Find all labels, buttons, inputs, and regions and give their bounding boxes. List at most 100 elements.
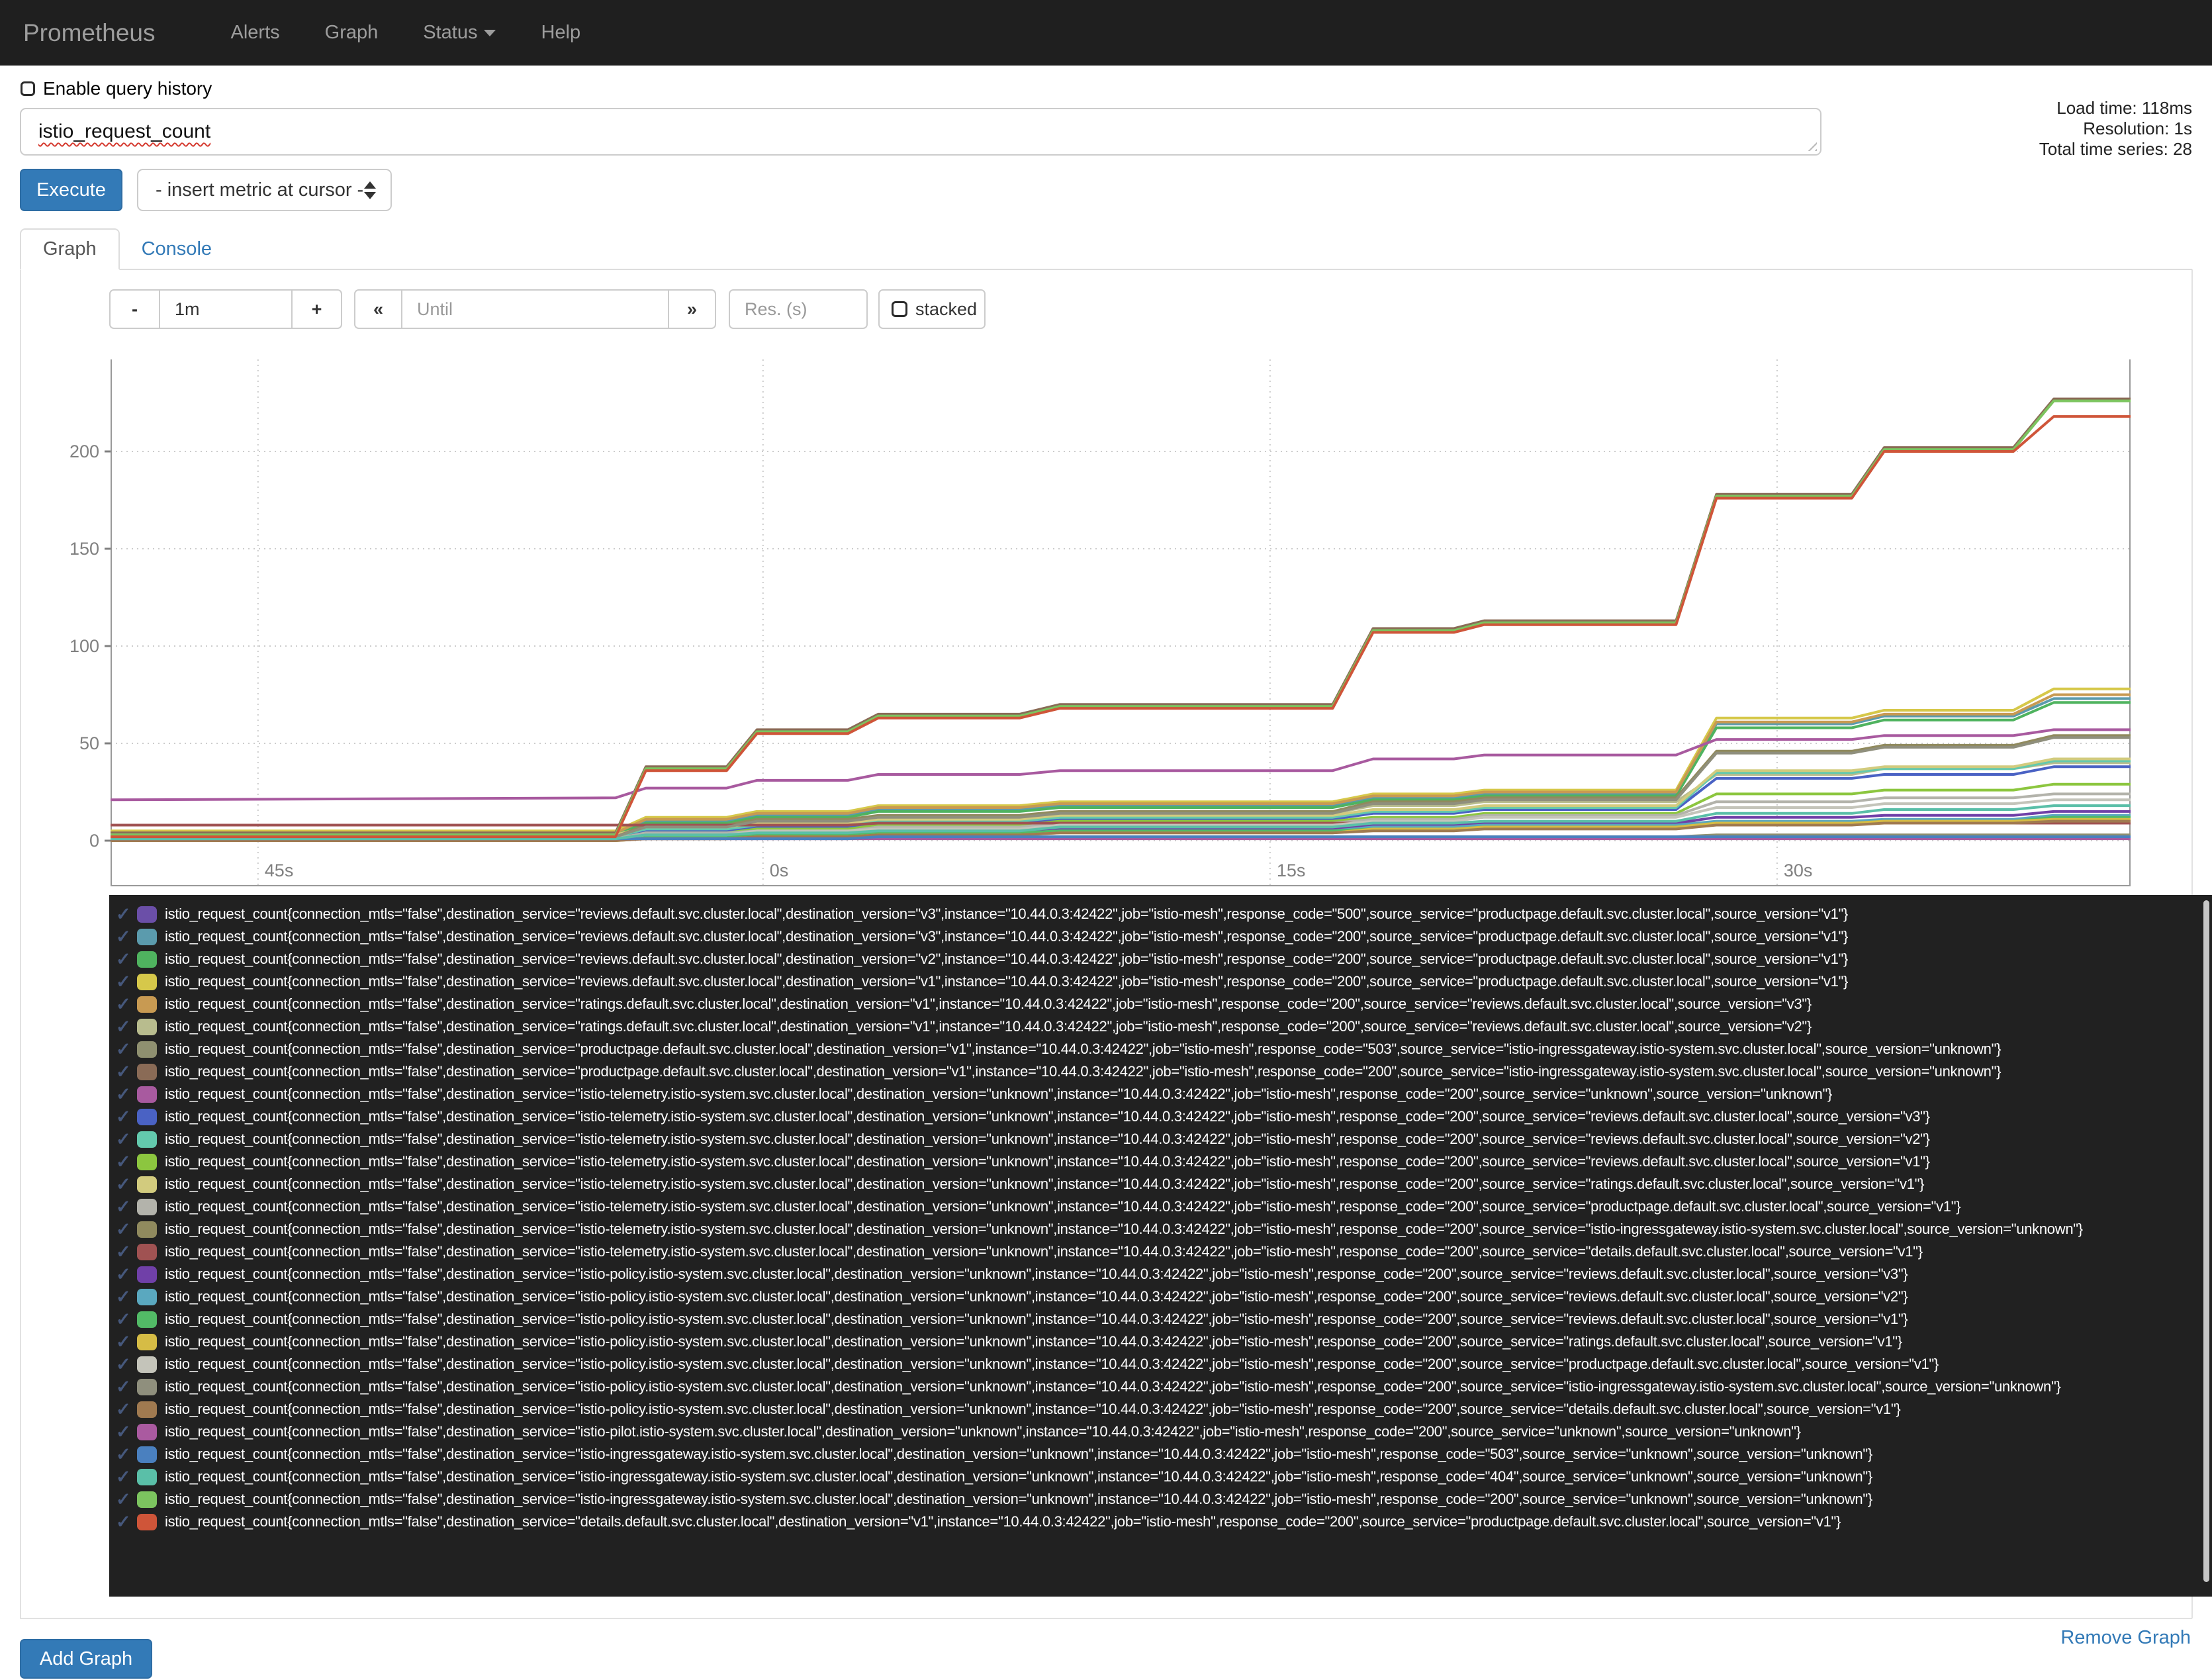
range-input[interactable]: 1m — [159, 289, 293, 329]
until-input[interactable]: Until — [401, 289, 669, 329]
check-icon: ✓ — [116, 1039, 131, 1059]
series-color-swatch — [137, 1041, 157, 1058]
legend-item[interactable]: ✓ istio_request_count{connection_mtls="fa… — [109, 1060, 2212, 1083]
legend-item[interactable]: ✓ istio_request_count{connection_mtls="fa… — [109, 925, 2212, 948]
legend-item[interactable]: ✓ istio_request_count{connection_mtls="fa… — [109, 1488, 2212, 1511]
series-label: istio_request_count{connection_mtls="fal… — [165, 1333, 1902, 1350]
legend-item[interactable]: ✓ istio_request_count{connection_mtls="fa… — [109, 1218, 2212, 1240]
series-label: istio_request_count{connection_mtls="fal… — [165, 1491, 1872, 1507]
check-icon: ✓ — [116, 1421, 131, 1442]
series-color-swatch — [137, 1491, 157, 1508]
legend-item[interactable]: ✓ istio_request_count{connection_mtls="fa… — [109, 1263, 2212, 1285]
legend-item[interactable]: ✓ istio_request_count{connection_mtls="fa… — [109, 970, 2212, 993]
series-label: istio_request_count{connection_mtls="fal… — [165, 1176, 1925, 1192]
nav-item-graph[interactable]: Graph — [302, 22, 401, 44]
legend-item[interactable]: ✓ istio_request_count{connection_mtls="fa… — [109, 1150, 2212, 1173]
check-icon: ✓ — [116, 1016, 131, 1037]
series-label: istio_request_count{connection_mtls="fal… — [165, 1221, 2083, 1237]
y-tick-label: 200 — [69, 442, 99, 461]
navbar: Prometheus Alerts Graph Status Help — [0, 0, 2212, 66]
check-icon: ✓ — [116, 1331, 131, 1352]
y-axis-labels: 0 50 100 150 200 — [0, 359, 99, 886]
query-history-label: Enable query history — [43, 78, 212, 99]
range-decrease-button[interactable]: - — [109, 289, 160, 329]
check-icon: ✓ — [116, 1219, 131, 1239]
check-icon: ✓ — [116, 1061, 131, 1082]
legend-item[interactable]: ✓ istio_request_count{connection_mtls="fa… — [109, 1015, 2212, 1038]
check-icon: ✓ — [116, 971, 131, 992]
range-increase-button[interactable]: + — [291, 289, 342, 329]
series-label: istio_request_count{connection_mtls="fal… — [165, 973, 1849, 990]
legend-item[interactable]: ✓ istio_request_count{connection_mtls="fa… — [109, 1443, 2212, 1466]
resolution-input[interactable]: Res. (s) — [729, 289, 868, 329]
legend-item[interactable]: ✓ istio_request_count{connection_mtls="fa… — [109, 1421, 2212, 1443]
legend-item[interactable]: ✓ istio_request_count{connection_mtls="fa… — [109, 948, 2212, 970]
series-label: istio_request_count{connection_mtls="fal… — [165, 1198, 1961, 1215]
query-history-checkbox[interactable] — [21, 81, 35, 96]
legend-item[interactable]: ✓ istio_request_count{connection_mtls="fa… — [109, 1038, 2212, 1060]
nav-item-help[interactable]: Help — [518, 22, 603, 44]
legend-item[interactable]: ✓ istio_request_count{connection_mtls="fa… — [109, 903, 2212, 925]
legend-item[interactable]: ✓ istio_request_count{connection_mtls="fa… — [109, 1511, 2212, 1533]
check-icon: ✓ — [116, 1286, 131, 1307]
forward-button[interactable]: » — [668, 289, 716, 329]
y-tick-label: 0 — [89, 831, 99, 851]
legend-item[interactable]: ✓ istio_request_count{connection_mtls="fa… — [109, 1466, 2212, 1488]
add-graph-button[interactable]: Add Graph — [20, 1639, 152, 1679]
series-label: istio_request_count{connection_mtls="fal… — [165, 1086, 1833, 1102]
check-icon: ✓ — [116, 1309, 131, 1329]
series-label: istio_request_count{connection_mtls="fal… — [165, 1378, 2061, 1395]
legend-item[interactable]: ✓ istio_request_count{connection_mtls="fa… — [109, 1330, 2212, 1353]
chart[interactable]: 45s 0s 15s 30s — [105, 359, 2131, 886]
series-color-swatch — [137, 1266, 157, 1283]
remove-graph-link[interactable]: Remove Graph — [2060, 1627, 2191, 1649]
series-label: istio_request_count{connection_mtls="fal… — [165, 1041, 2002, 1057]
nav-item-status[interactable]: Status — [400, 22, 518, 44]
rewind-button[interactable]: « — [354, 289, 402, 329]
legend-item[interactable]: ✓ istio_request_count{connection_mtls="fa… — [109, 1285, 2212, 1308]
series-color-swatch — [137, 1153, 157, 1170]
scrollbar-thumb[interactable] — [2203, 900, 2209, 1582]
series-label: istio_request_count{connection_mtls="fal… — [165, 1153, 1930, 1170]
panel-border-bottom — [20, 1618, 2192, 1619]
brand-prometheus[interactable]: Prometheus — [23, 19, 156, 47]
legend-item[interactable]: ✓ istio_request_count{connection_mtls="fa… — [109, 1173, 2212, 1195]
check-icon: ✓ — [116, 949, 131, 969]
series-color-swatch — [137, 1176, 157, 1193]
chevron-down-icon — [484, 29, 496, 36]
series-label: istio_request_count{connection_mtls="fal… — [165, 1513, 1841, 1530]
execute-button[interactable]: Execute — [20, 169, 122, 211]
check-icon: ✓ — [116, 1264, 131, 1284]
legend-item[interactable]: ✓ istio_request_count{connection_mtls="fa… — [109, 1376, 2212, 1398]
series-color-swatch — [137, 1378, 157, 1395]
legend-item[interactable]: ✓ istio_request_count{connection_mtls="fa… — [109, 1398, 2212, 1421]
series-color-swatch — [137, 906, 157, 923]
nav-item-alerts[interactable]: Alerts — [208, 22, 302, 44]
series-label: istio_request_count{connection_mtls="fal… — [165, 1311, 1908, 1327]
load-time: Load time: 118ms — [2056, 98, 2192, 118]
check-icon: ✓ — [116, 1489, 131, 1509]
legend-item[interactable]: ✓ istio_request_count{connection_mtls="fa… — [109, 1353, 2212, 1376]
prometheus-page: Prometheus Alerts Graph Status Help Enab… — [0, 0, 2212, 1680]
legend-item[interactable]: ✓ istio_request_count{connection_mtls="fa… — [109, 1105, 2212, 1128]
series-label: istio_request_count{connection_mtls="fal… — [165, 1468, 1872, 1485]
series-color-swatch — [137, 1423, 157, 1440]
legend-item[interactable]: ✓ istio_request_count{connection_mtls="fa… — [109, 993, 2212, 1015]
query-input[interactable]: istio_request_count — [20, 108, 1821, 156]
legend-item[interactable]: ✓ istio_request_count{connection_mtls="fa… — [109, 1240, 2212, 1263]
tab-console[interactable]: Console — [120, 228, 234, 270]
series-label: istio_request_count{connection_mtls="fal… — [165, 1288, 1908, 1305]
nav-item-status-label: Status — [423, 22, 478, 43]
legend-item[interactable]: ✓ istio_request_count{connection_mtls="fa… — [109, 1308, 2212, 1330]
query-stats: Load time: 118ms Resolution: 1s Total ti… — [2039, 98, 2192, 160]
legend-item[interactable]: ✓ istio_request_count{connection_mtls="fa… — [109, 1128, 2212, 1150]
legend-item[interactable]: ✓ istio_request_count{connection_mtls="fa… — [109, 1083, 2212, 1105]
series-label: istio_request_count{connection_mtls="fal… — [165, 1446, 1872, 1462]
resize-grip-icon[interactable] — [1804, 138, 1817, 151]
legend-item[interactable]: ✓ istio_request_count{connection_mtls="fa… — [109, 1195, 2212, 1218]
tab-graph[interactable]: Graph — [20, 228, 120, 270]
stacked-checkbox[interactable] — [892, 301, 907, 317]
tab-divider — [20, 269, 2192, 270]
insert-metric-dropdown[interactable]: - insert metric at cursor - — [137, 169, 392, 211]
x-tick-label: 15s — [1276, 861, 1306, 880]
